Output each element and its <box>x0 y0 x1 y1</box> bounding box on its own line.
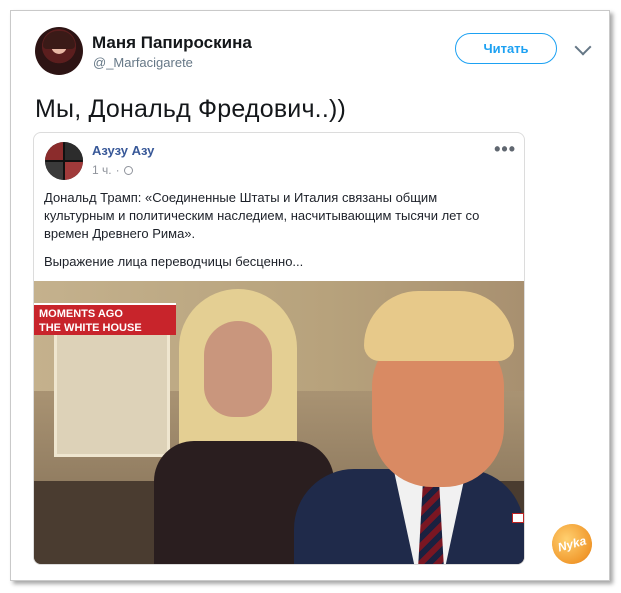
post-photo[interactable]: MOMENTS AGO THE WHITE HOUSE <box>34 281 524 564</box>
post-author-avatar[interactable] <box>45 142 83 180</box>
tweet-text: Мы, Дональд Фредович..)) <box>35 95 347 123</box>
author-handle[interactable]: @_Marfacigarete <box>93 55 193 70</box>
lower-third-line2: THE WHITE HOUSE <box>39 322 142 334</box>
avatar[interactable] <box>35 27 83 75</box>
post-caption: Выражение лица переводчицы бесценно... <box>44 254 304 269</box>
flag-pin-icon <box>512 513 524 523</box>
embedded-post-card[interactable]: Азузу Азу 1 ч. · ••• Дональд Трамп: «Сое… <box>33 132 525 565</box>
post-author-name[interactable]: Азузу Азу <box>92 143 154 158</box>
meta-separator: · <box>115 163 120 177</box>
author-name[interactable]: Маня Папироскина <box>92 33 252 53</box>
chevron-down-icon[interactable] <box>574 38 592 56</box>
globe-icon <box>123 165 133 175</box>
post-body-text: Дональд Трамп: «Соединенные Штаты и Итал… <box>44 190 480 241</box>
tweet-container: Маня Папироскина @_Marfacigarete Читать … <box>10 10 610 581</box>
lower-third-line1: MOMENTS AGO <box>39 308 123 320</box>
more-options-icon[interactable]: ••• <box>494 139 516 160</box>
post-meta: 1 ч. · <box>92 163 133 177</box>
post-time[interactable]: 1 ч. <box>92 163 112 177</box>
news-lower-third: MOMENTS AGO THE WHITE HOUSE <box>34 303 176 335</box>
follow-button[interactable]: Читать <box>455 33 557 64</box>
